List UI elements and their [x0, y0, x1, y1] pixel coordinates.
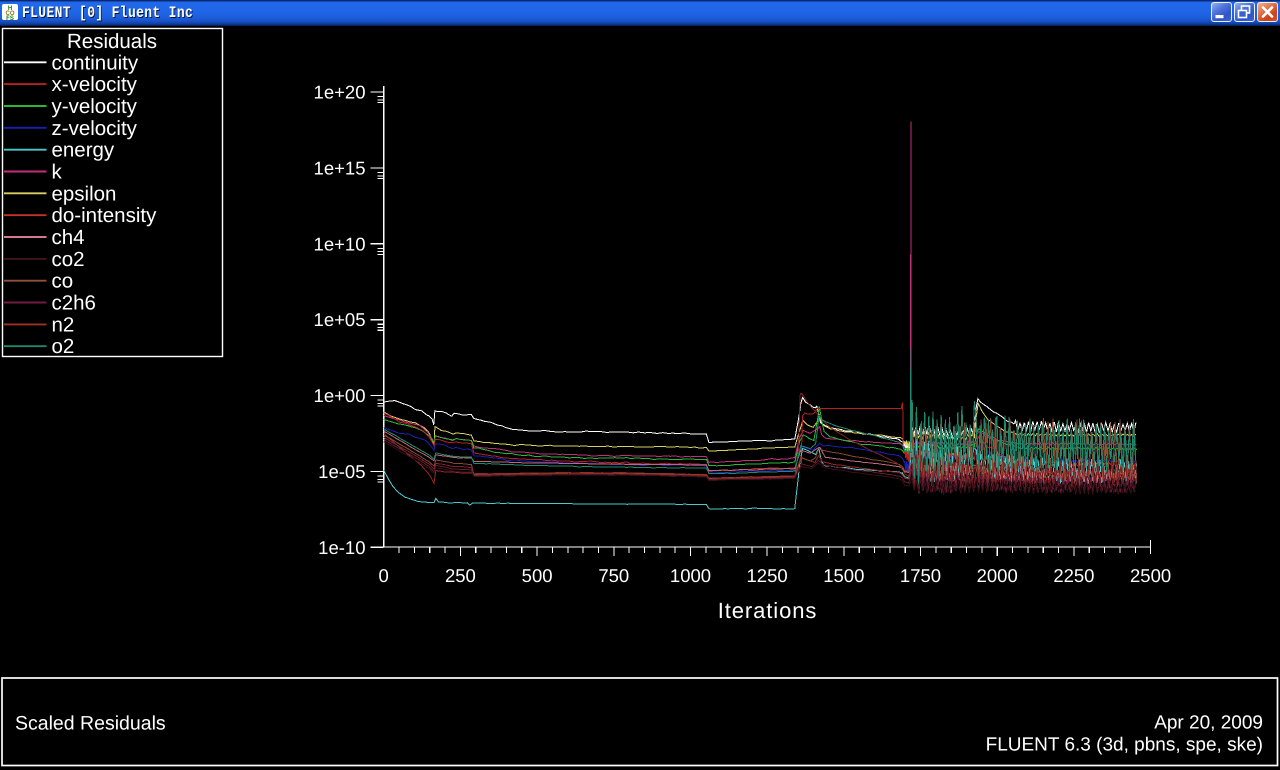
svg-text:x-velocity: x-velocity	[52, 73, 138, 96]
svg-text:FS: FS	[6, 16, 14, 20]
svg-text:o2: o2	[52, 335, 75, 358]
svg-text:ch4: ch4	[52, 226, 85, 249]
svg-text:energy: energy	[52, 139, 115, 162]
svg-text:Scaled Residuals: Scaled Residuals	[15, 713, 166, 735]
svg-text:n2: n2	[52, 313, 75, 336]
svg-text:continuity: continuity	[52, 51, 139, 74]
svg-text:1500: 1500	[823, 565, 864, 586]
svg-text:FLUENT 6.3 (3d, pbns, spe, ske: FLUENT 6.3 (3d, pbns, spe, ske)	[986, 735, 1263, 756]
svg-text:1250: 1250	[747, 565, 788, 586]
svg-text:1e+10: 1e+10	[314, 233, 366, 254]
svg-text:do-intensity: do-intensity	[52, 204, 158, 227]
svg-text:Apr 20, 2009: Apr 20, 2009	[1154, 713, 1263, 734]
svg-text:1e-10: 1e-10	[318, 537, 365, 558]
svg-text:epsilon: epsilon	[52, 182, 117, 205]
svg-text:2250: 2250	[1053, 565, 1094, 586]
svg-text:y-velocity: y-velocity	[52, 95, 138, 118]
svg-text:Residuals: Residuals	[67, 30, 157, 53]
svg-text:1000: 1000	[670, 565, 711, 586]
svg-text:1e+15: 1e+15	[314, 158, 366, 179]
svg-text:1e+00: 1e+00	[314, 385, 366, 406]
svg-text:c2h6: c2h6	[52, 292, 96, 315]
svg-text:1e+20: 1e+20	[314, 82, 366, 103]
svg-text:1e+05: 1e+05	[314, 309, 366, 330]
svg-text:1e-05: 1e-05	[318, 461, 365, 482]
svg-text:750: 750	[598, 565, 629, 586]
svg-text:co: co	[52, 270, 74, 293]
svg-text:Iterations: Iterations	[718, 598, 818, 623]
svg-text:500: 500	[522, 565, 553, 586]
svg-text:250: 250	[445, 565, 476, 586]
svg-text:z-velocity: z-velocity	[52, 117, 138, 140]
svg-text:2500: 2500	[1130, 565, 1171, 586]
svg-text:0: 0	[379, 565, 389, 586]
svg-text:2000: 2000	[977, 565, 1018, 586]
svg-text:1750: 1750	[900, 565, 941, 586]
svg-text:co2: co2	[52, 248, 85, 271]
svg-text:k: k	[52, 161, 63, 184]
